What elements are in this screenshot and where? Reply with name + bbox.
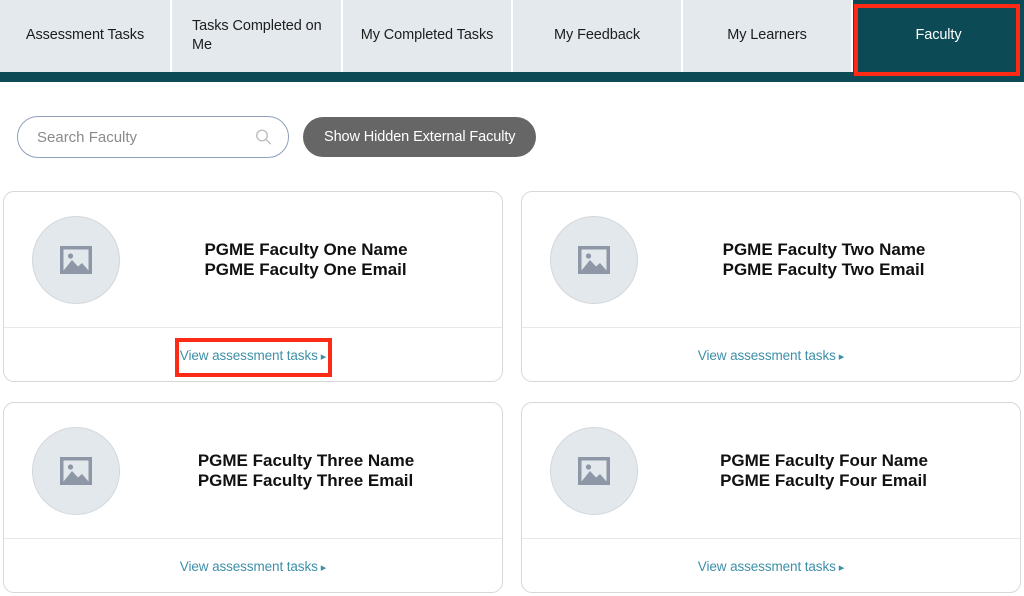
tab-label: My Completed Tasks [360, 27, 494, 44]
tab-my-learners[interactable]: My Learners [683, 0, 853, 72]
image-placeholder-icon [59, 456, 93, 486]
faculty-name: PGME Faculty Two Name [722, 239, 926, 259]
tab-label: My Learners [727, 27, 807, 44]
faculty-name: PGME Faculty Three Name [197, 450, 415, 470]
faculty-card-footer: View assessment tasks ▸ [4, 328, 502, 381]
avatar [32, 215, 120, 304]
chevron-right-icon: ▸ [838, 351, 845, 363]
tab-my-feedback[interactable]: My Feedback [513, 0, 683, 72]
image-placeholder-icon [577, 456, 611, 486]
avatar [550, 426, 638, 515]
faculty-name: PGME Faculty Four Name [720, 450, 928, 470]
search-input[interactable] [18, 117, 288, 157]
tab-assessment-tasks[interactable]: Assessment Tasks [0, 0, 172, 72]
faculty-card-body: PGME Faculty Four Name PGME Faculty Four… [522, 403, 1020, 538]
faculty-card: PGME Faculty One Name PGME Faculty One E… [3, 191, 503, 382]
faculty-email: PGME Faculty Two Email [722, 259, 925, 279]
tab-label: My Feedback [554, 27, 640, 44]
view-assessment-tasks-link[interactable]: View assessment tasks ▸ [698, 348, 844, 363]
faculty-identity: PGME Faculty Four Name PGME Faculty Four… [638, 451, 1002, 490]
view-assessment-tasks-label: View assessment tasks [697, 559, 836, 574]
search-icon [255, 129, 272, 146]
avatar [550, 215, 638, 304]
faculty-card: PGME Faculty Two Name PGME Faculty Two E… [521, 191, 1021, 382]
tab-my-completed-tasks[interactable]: My Completed Tasks [343, 0, 513, 72]
faculty-card-body: PGME Faculty Two Name PGME Faculty Two E… [522, 192, 1020, 327]
faculty-identity: PGME Faculty Two Name PGME Faculty Two E… [638, 240, 1002, 279]
tab-label: Faculty [915, 27, 962, 44]
faculty-email: PGME Faculty One Email [204, 259, 407, 279]
view-assessment-tasks-link[interactable]: View assessment tasks ▸ [180, 348, 326, 363]
avatar [32, 426, 120, 515]
tab-tasks-completed-on-me[interactable]: Tasks Completed on Me [172, 0, 343, 72]
chevron-right-icon: ▸ [320, 562, 327, 574]
view-assessment-tasks-link[interactable]: View assessment tasks ▸ [698, 559, 844, 574]
tab-bar: Assessment Tasks Tasks Completed on Me M… [0, 0, 1024, 82]
tab-faculty[interactable]: Faculty [853, 0, 1024, 72]
tab-list: Assessment Tasks Tasks Completed on Me M… [0, 0, 1024, 72]
faculty-card-footer: View assessment tasks ▸ [522, 539, 1020, 592]
image-placeholder-icon [59, 245, 93, 275]
faculty-card-body: PGME Faculty Three Name PGME Faculty Thr… [4, 403, 502, 538]
chevron-right-icon: ▸ [320, 351, 327, 363]
faculty-card-grid: PGME Faculty One Name PGME Faculty One E… [3, 191, 1021, 593]
image-placeholder-icon [577, 245, 611, 275]
tab-label: Tasks Completed on Me [192, 17, 322, 53]
show-hidden-external-faculty-button[interactable]: Show Hidden External Faculty [303, 117, 537, 157]
search-faculty-box[interactable] [17, 116, 289, 158]
view-assessment-tasks-label: View assessment tasks [697, 348, 836, 363]
faculty-card-body: PGME Faculty One Name PGME Faculty One E… [4, 192, 502, 327]
faculty-card: PGME Faculty Three Name PGME Faculty Thr… [3, 402, 503, 593]
faculty-name: PGME Faculty One Name [204, 239, 408, 259]
faculty-card: PGME Faculty Four Name PGME Faculty Four… [521, 402, 1021, 593]
faculty-card-footer: View assessment tasks ▸ [4, 539, 502, 592]
faculty-toolbar: Show Hidden External Faculty [17, 116, 537, 158]
faculty-identity: PGME Faculty One Name PGME Faculty One E… [120, 240, 484, 279]
faculty-email: PGME Faculty Three Email [197, 470, 414, 490]
faculty-card-footer: View assessment tasks ▸ [522, 328, 1020, 381]
view-assessment-tasks-label: View assessment tasks [179, 559, 318, 574]
view-assessment-tasks-label: View assessment tasks [179, 348, 318, 363]
tab-label: Assessment Tasks [25, 27, 145, 44]
faculty-identity: PGME Faculty Three Name PGME Faculty Thr… [120, 451, 484, 490]
chevron-right-icon: ▸ [838, 562, 845, 574]
view-assessment-tasks-link[interactable]: View assessment tasks ▸ [180, 559, 326, 574]
faculty-email: PGME Faculty Four Email [720, 470, 927, 490]
tab-bar-accent-strip [0, 72, 1024, 82]
